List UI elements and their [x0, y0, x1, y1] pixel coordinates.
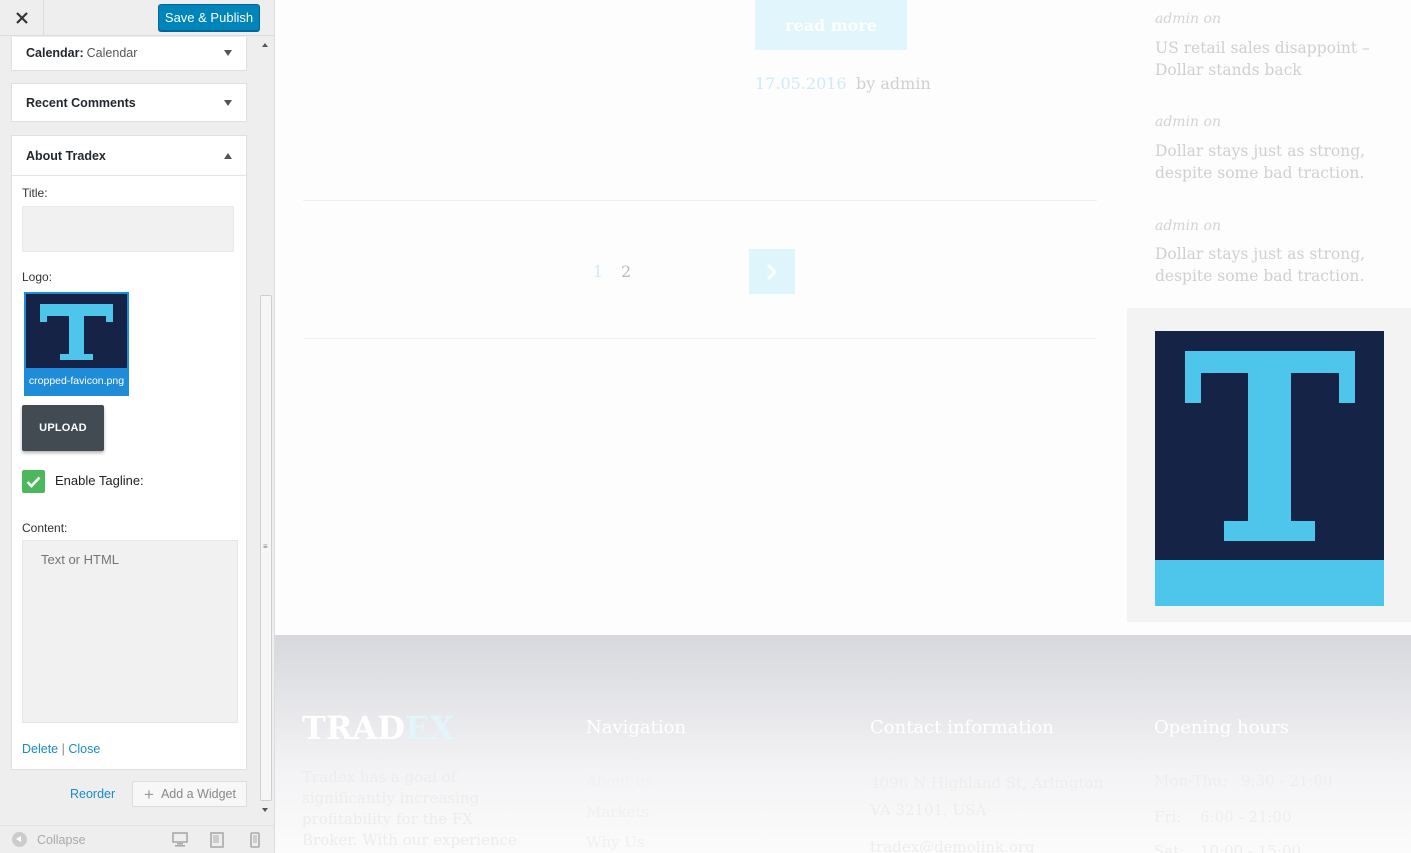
- chevron-down-icon[interactable]: [224, 50, 232, 56]
- footer-about-text: Tradex has a goal of significantly incre…: [302, 768, 517, 853]
- widget-about-name: About Tradex: [26, 148, 106, 163]
- close-link[interactable]: Close: [68, 742, 100, 756]
- close-customizer-button[interactable]: [0, 0, 44, 36]
- customizer-header: Save & Publish: [0, 0, 274, 36]
- widget-calendar: Calendar: Calendar: [11, 37, 247, 71]
- save-publish-button[interactable]: Save & Publish: [158, 4, 260, 31]
- hours-time: 10:00 - 15:00: [1200, 842, 1302, 853]
- widget-recent-comments-header[interactable]: Recent Comments: [12, 84, 246, 121]
- footer-contact-heading: Contact information: [870, 717, 1054, 738]
- collapse-button[interactable]: Collapse: [12, 832, 86, 847]
- desktop-preview-icon[interactable]: [172, 832, 188, 852]
- tradex-logo-thumb: [26, 294, 127, 368]
- title-label: Title:: [22, 186, 48, 200]
- delete-link[interactable]: Delete: [22, 742, 58, 756]
- add-widget-label: Add a Widget: [160, 787, 236, 801]
- close-icon: [15, 12, 28, 24]
- widget-about-header[interactable]: About Tradex: [12, 136, 246, 176]
- hours-day: Fri:: [1154, 808, 1182, 826]
- about-widget-preview: [1127, 308, 1411, 622]
- comment-meta: admin on: [1155, 218, 1221, 234]
- chevron-down-icon[interactable]: [224, 99, 232, 106]
- footer-address: VA 32101, USA: [870, 801, 987, 819]
- widget-calendar-header[interactable]: Calendar: Calendar: [12, 37, 246, 70]
- hours-day: Sat:: [1154, 842, 1185, 853]
- actions-separator: |: [61, 742, 65, 756]
- widget-actions: Delete | Close: [22, 742, 100, 756]
- widget-calendar-title: Calendar: [86, 46, 138, 60]
- hours-time: 6:00 - 21:00: [1200, 808, 1292, 826]
- comment-post-link[interactable]: US retail sales disappoint – Dollar stan…: [1155, 37, 1385, 81]
- chevron-right-icon: [766, 263, 778, 280]
- widget-recent-comments: Recent Comments: [11, 83, 247, 122]
- divider: [303, 338, 1097, 339]
- footer-hours-heading: Opening hours: [1154, 717, 1289, 738]
- collapse-label: Collapse: [37, 832, 86, 847]
- widget-about-tradex: About Tradex Title: Logo: cropped-favico…: [11, 135, 247, 770]
- plus-icon: +: [144, 784, 154, 804]
- scroll-down-icon[interactable]: [262, 808, 268, 812]
- sidebar-scrollbar[interactable]: ≡: [259, 37, 273, 825]
- tablet-preview-icon[interactable]: [210, 832, 224, 853]
- site-footer: TRADEX Tradex has a goal of significantl…: [275, 635, 1411, 853]
- divider: [303, 200, 1097, 201]
- pagination-next-button[interactable]: [749, 249, 795, 294]
- logo-filename: cropped-favicon.png: [28, 375, 125, 387]
- content-textarea[interactable]: [22, 540, 238, 723]
- hours-time: 9:30 - 21:00: [1241, 772, 1333, 790]
- pagination-page-2[interactable]: 2: [621, 262, 631, 281]
- post-date[interactable]: 17.05.2016: [755, 74, 847, 93]
- footer-nav-link[interactable]: Why Us: [586, 833, 645, 851]
- checkmark-icon: [26, 476, 41, 488]
- enable-tagline-checkbox[interactable]: [22, 470, 45, 493]
- content-label: Content:: [22, 521, 68, 535]
- widget-calendar-name: Calendar:: [26, 46, 84, 60]
- comment-post-link[interactable]: Dollar stays just as strong, despite som…: [1155, 140, 1385, 184]
- logo-label: Logo:: [22, 270, 53, 284]
- enable-tagline-label: Enable Tagline:: [55, 473, 144, 488]
- footer-address: 4096 N Highland St, Arlington: [870, 774, 1104, 792]
- grip-icon: ≡: [263, 542, 268, 551]
- footer-nav-link[interactable]: About us: [586, 772, 653, 790]
- tradex-logo: [1155, 331, 1384, 606]
- customizer-footer: Collapse: [0, 825, 274, 853]
- site-preview: read more 17.05.2016 by admin 1 2 admin …: [275, 0, 1411, 853]
- collapse-icon: [12, 832, 27, 847]
- scroll-up-icon[interactable]: [262, 43, 268, 47]
- read-more-button[interactable]: read more: [755, 0, 907, 50]
- widgets-panel: Calendar: Calendar Recent Comments About …: [0, 37, 259, 825]
- chevron-up-icon[interactable]: [224, 152, 232, 159]
- upload-button[interactable]: UPLOAD: [22, 405, 104, 451]
- add-widget-button[interactable]: + Add a Widget: [132, 781, 247, 807]
- comment-post-link[interactable]: Dollar stays just as strong, despite som…: [1155, 243, 1385, 287]
- reorder-link[interactable]: Reorder: [70, 787, 115, 801]
- hours-day: Mon-Thu:: [1154, 772, 1227, 790]
- comment-meta: admin on: [1155, 114, 1221, 130]
- footer-logo[interactable]: TRADEX: [302, 709, 454, 747]
- pagination-page-1[interactable]: 1: [593, 262, 603, 281]
- footer-nav-link[interactable]: Markets: [586, 803, 649, 821]
- widget-recent-comments-name: Recent Comments: [26, 95, 136, 110]
- footer-email[interactable]: tradex@demolink.org: [870, 838, 1035, 853]
- footer-nav-heading: Navigation: [586, 717, 687, 738]
- post-author: by admin: [856, 74, 931, 93]
- scrollbar-thumb[interactable]: ≡: [260, 295, 272, 801]
- comment-meta: admin on: [1155, 11, 1221, 27]
- title-input[interactable]: [22, 206, 234, 252]
- customizer-sidebar: Save & Publish Calendar: Calendar Recent …: [0, 0, 275, 853]
- logo-thumbnail[interactable]: cropped-favicon.png: [24, 292, 129, 396]
- mobile-preview-icon[interactable]: [250, 832, 260, 853]
